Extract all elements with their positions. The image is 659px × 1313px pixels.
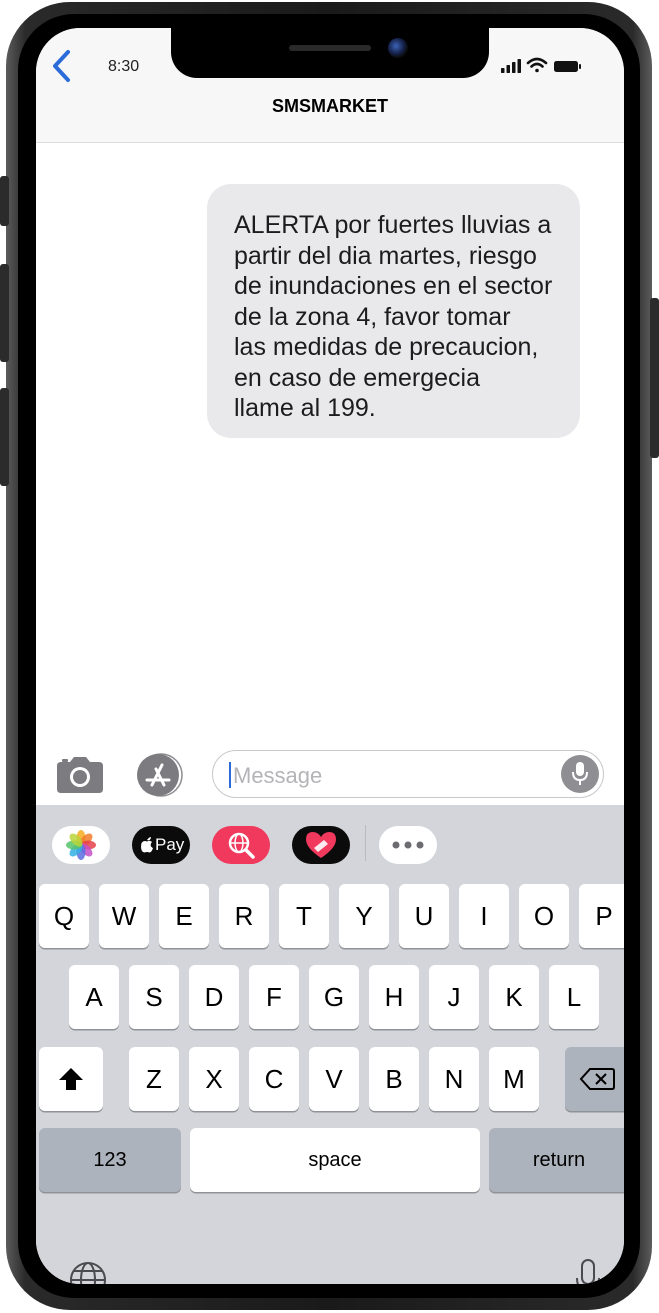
key-s[interactable]: S	[129, 965, 179, 1029]
key-z[interactable]: Z	[129, 1047, 179, 1111]
message-placeholder: Message	[233, 763, 323, 788]
status-icons	[501, 57, 581, 73]
earpiece-speaker	[289, 45, 371, 51]
photos-icon	[66, 830, 96, 860]
received-message-bubble[interactable]: ALERTA por fuertes lluvias a partir del …	[207, 184, 580, 438]
key-o[interactable]: O	[519, 884, 569, 948]
mute-switch	[0, 176, 9, 226]
more-apps-button[interactable]	[379, 826, 437, 864]
key-l[interactable]: L	[549, 965, 599, 1029]
keyboard: Pay Q W E R T Y U I O P A S D F G H J K …	[36, 805, 624, 1284]
key-q[interactable]: Q	[39, 884, 89, 948]
key-w[interactable]: W	[99, 884, 149, 948]
key-j[interactable]: J	[429, 965, 479, 1029]
battery-icon	[554, 61, 581, 72]
message-text: ALERTA por fuertes lluvias a partir del …	[234, 211, 553, 422]
shift-arrow-icon	[59, 1068, 83, 1090]
microphone-icon	[572, 762, 588, 785]
key-t[interactable]: T	[279, 884, 329, 948]
app-strip-separator	[365, 825, 366, 861]
ellipsis-icon	[392, 841, 424, 849]
volume-down-button	[0, 388, 9, 486]
apple-pay-label: Pay	[155, 835, 185, 854]
apple-pay-app-button[interactable]: Pay	[132, 826, 190, 864]
key-g[interactable]: G	[309, 965, 359, 1029]
key-i[interactable]: I	[459, 884, 509, 948]
photos-app-button[interactable]	[52, 826, 110, 864]
key-u[interactable]: U	[399, 884, 449, 948]
key-b[interactable]: B	[369, 1047, 419, 1111]
screen: 8:30 SMSMARKET ALERTA por fuertes lluvia…	[36, 28, 624, 1284]
heart-icon	[306, 832, 336, 858]
message-input[interactable]: Message	[212, 750, 604, 798]
key-y[interactable]: Y	[339, 884, 389, 948]
signal-icon	[501, 59, 521, 73]
key-h[interactable]: H	[369, 965, 419, 1029]
apple-logo-icon	[141, 837, 153, 853]
camera-icon[interactable]	[56, 756, 104, 794]
key-v[interactable]: V	[309, 1047, 359, 1111]
digital-touch-app-button[interactable]	[292, 826, 350, 864]
text-cursor	[229, 762, 231, 788]
front-camera	[388, 38, 408, 58]
wifi-icon	[526, 57, 548, 73]
volume-up-button	[0, 264, 9, 362]
space-key[interactable]: space	[190, 1128, 480, 1192]
key-c[interactable]: C	[249, 1047, 299, 1111]
return-key[interactable]: return	[489, 1128, 624, 1192]
dictation-mic-icon[interactable]	[574, 1258, 602, 1284]
back-chevron-icon[interactable]	[50, 48, 74, 84]
shift-key[interactable]	[39, 1047, 103, 1111]
backspace-icon	[579, 1068, 615, 1090]
app-store-icon[interactable]	[134, 751, 186, 799]
key-f[interactable]: F	[249, 965, 299, 1029]
image-search-app-button[interactable]	[212, 826, 270, 864]
key-k[interactable]: K	[489, 965, 539, 1029]
status-time: 8:30	[108, 58, 140, 75]
key-a[interactable]: A	[69, 965, 119, 1029]
key-m[interactable]: M	[489, 1047, 539, 1111]
key-e[interactable]: E	[159, 884, 209, 948]
power-button	[650, 298, 659, 458]
key-n[interactable]: N	[429, 1047, 479, 1111]
key-x[interactable]: X	[189, 1047, 239, 1111]
key-r[interactable]: R	[219, 884, 269, 948]
numbers-key[interactable]: 123	[39, 1128, 181, 1192]
dictation-button[interactable]	[561, 755, 599, 793]
delete-key[interactable]	[565, 1047, 624, 1111]
key-p[interactable]: P	[579, 884, 624, 948]
notch	[171, 28, 489, 78]
contact-name[interactable]: SMSMARKET	[36, 96, 624, 117]
composer-bar: Message	[36, 743, 624, 805]
globe-icon[interactable]	[68, 1260, 108, 1284]
globe-search-icon	[228, 832, 255, 859]
key-d[interactable]: D	[189, 965, 239, 1029]
